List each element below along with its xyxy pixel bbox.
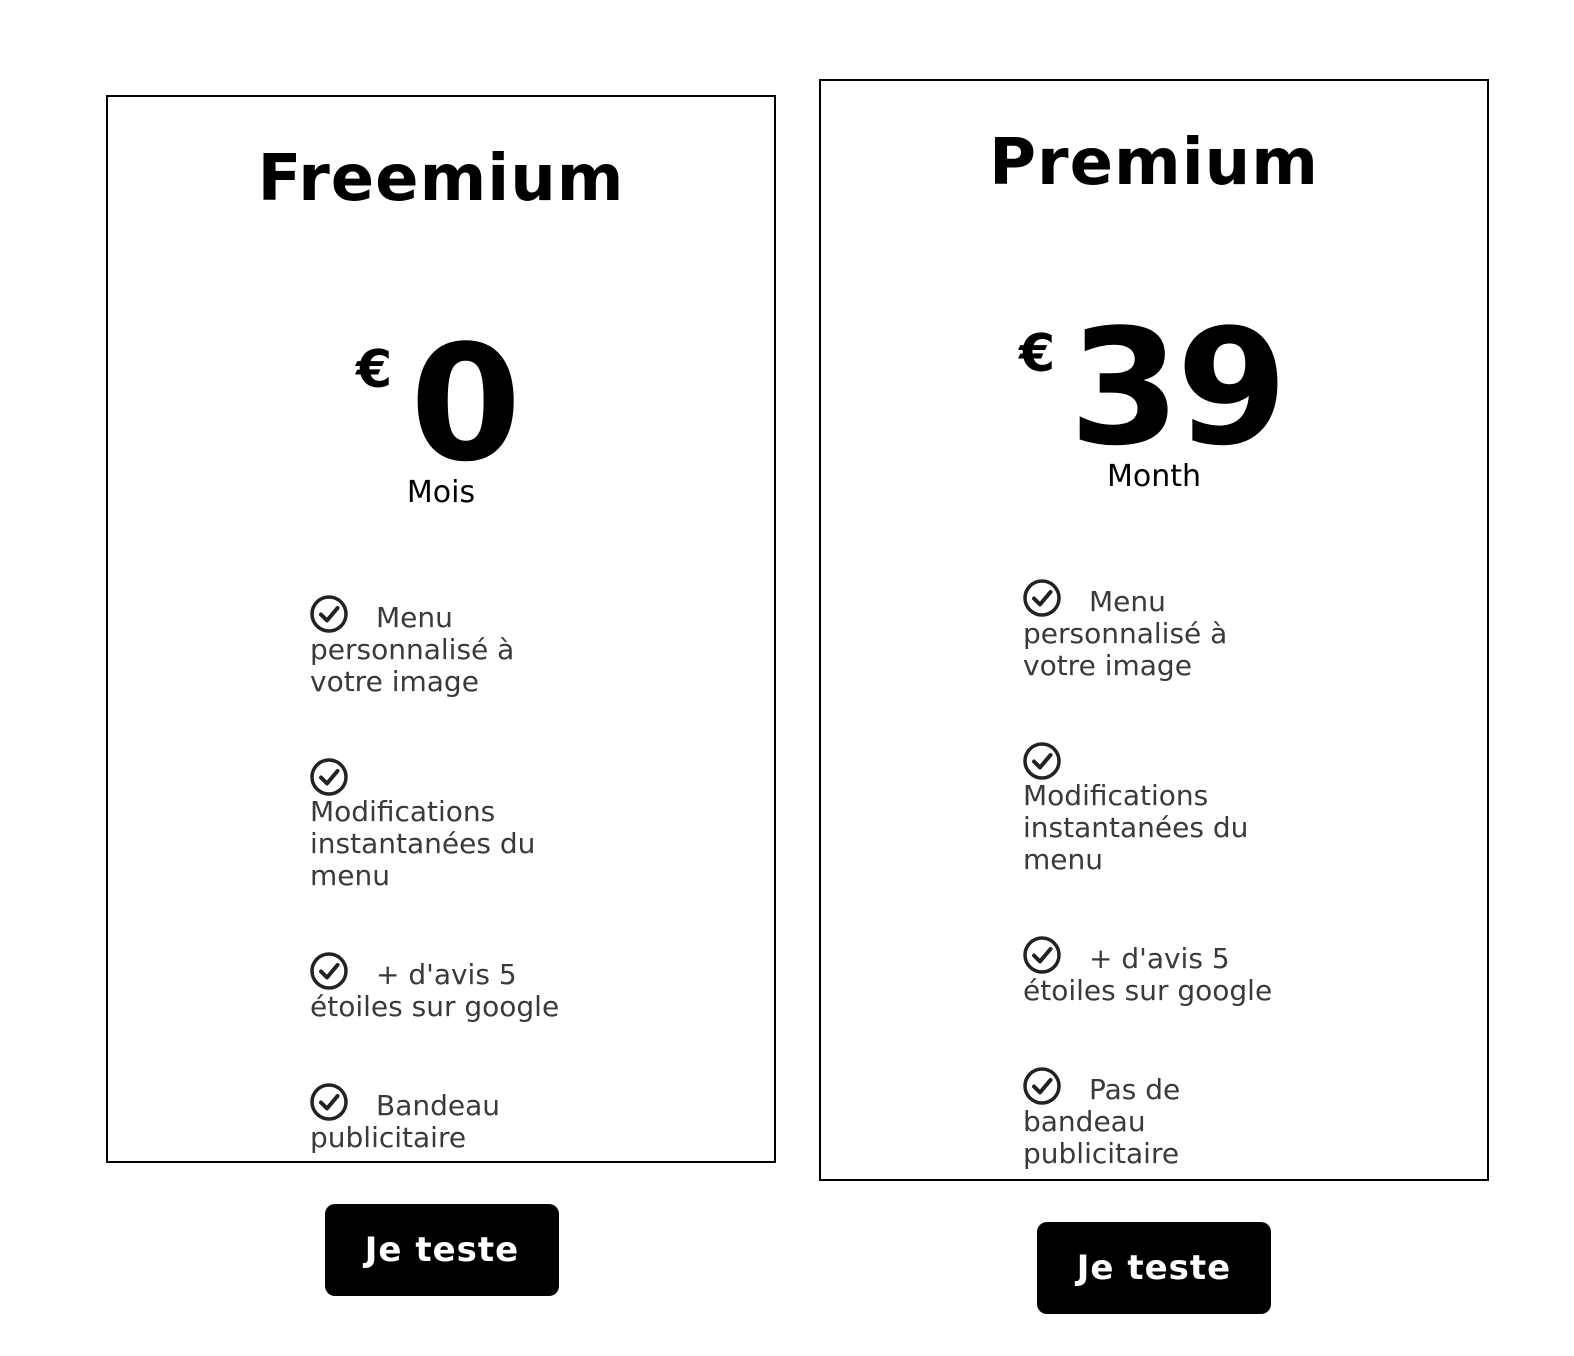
price: € 0	[108, 310, 774, 497]
feature-list: Menu personnalisé à votre image Modifica…	[1023, 579, 1293, 1179]
check-circle-icon	[1023, 936, 1061, 974]
check-circle-icon	[1023, 742, 1061, 780]
feature-text: Modifications instantanées du menu	[1023, 779, 1249, 876]
feature-item: Pas de bandeau publicitaire	[1023, 1067, 1293, 1170]
feature-item: Menu personnalisé à votre image	[1023, 579, 1293, 682]
pricing-plan-premium: Premium € 39 Month Menu personnalisé à v…	[798, 79, 1514, 1314]
billing-period: Month	[1106, 459, 1202, 494]
pricing-plan-freemium: Freemium € 0 Mois Menu personnalisé à vo…	[85, 95, 801, 1296]
plan-title: Premium	[989, 126, 1319, 200]
feature-item: Menu personnalisé à votre image	[310, 595, 580, 698]
feature-list: Menu personnalisé à votre image Modifica…	[310, 595, 580, 1161]
plan-title: Freemium	[257, 142, 625, 216]
check-circle-icon	[310, 758, 348, 796]
feature-item: Modifications instantanées du menu	[310, 758, 580, 892]
check-circle-icon	[1023, 579, 1061, 617]
pricing-card: Premium € 39 Month Menu personnalisé à v…	[819, 79, 1489, 1181]
feature-item: + d'avis 5 étoiles sur google	[1023, 936, 1293, 1007]
check-circle-icon	[310, 595, 348, 633]
check-circle-icon	[310, 952, 348, 990]
pricing-card: Freemium € 0 Mois Menu personnalisé à vo…	[106, 95, 776, 1163]
try-button[interactable]: Je teste	[325, 1204, 559, 1296]
billing-period: Mois	[406, 475, 476, 510]
check-circle-icon	[1023, 1067, 1061, 1105]
try-button[interactable]: Je teste	[1037, 1222, 1271, 1314]
currency-symbol: €	[1019, 324, 1056, 384]
price-amount: 39	[1069, 294, 1288, 481]
feature-item: + d'avis 5 étoiles sur google	[310, 952, 580, 1023]
feature-item: Modifications instantanées du menu	[1023, 742, 1293, 876]
feature-item: Bandeau publicitaire	[310, 1083, 580, 1154]
price: € 39	[821, 294, 1487, 481]
feature-text: Modifications instantanées du menu	[310, 795, 536, 892]
price-amount: 0	[410, 310, 521, 497]
check-circle-icon	[310, 1083, 348, 1121]
currency-symbol: €	[356, 340, 393, 400]
